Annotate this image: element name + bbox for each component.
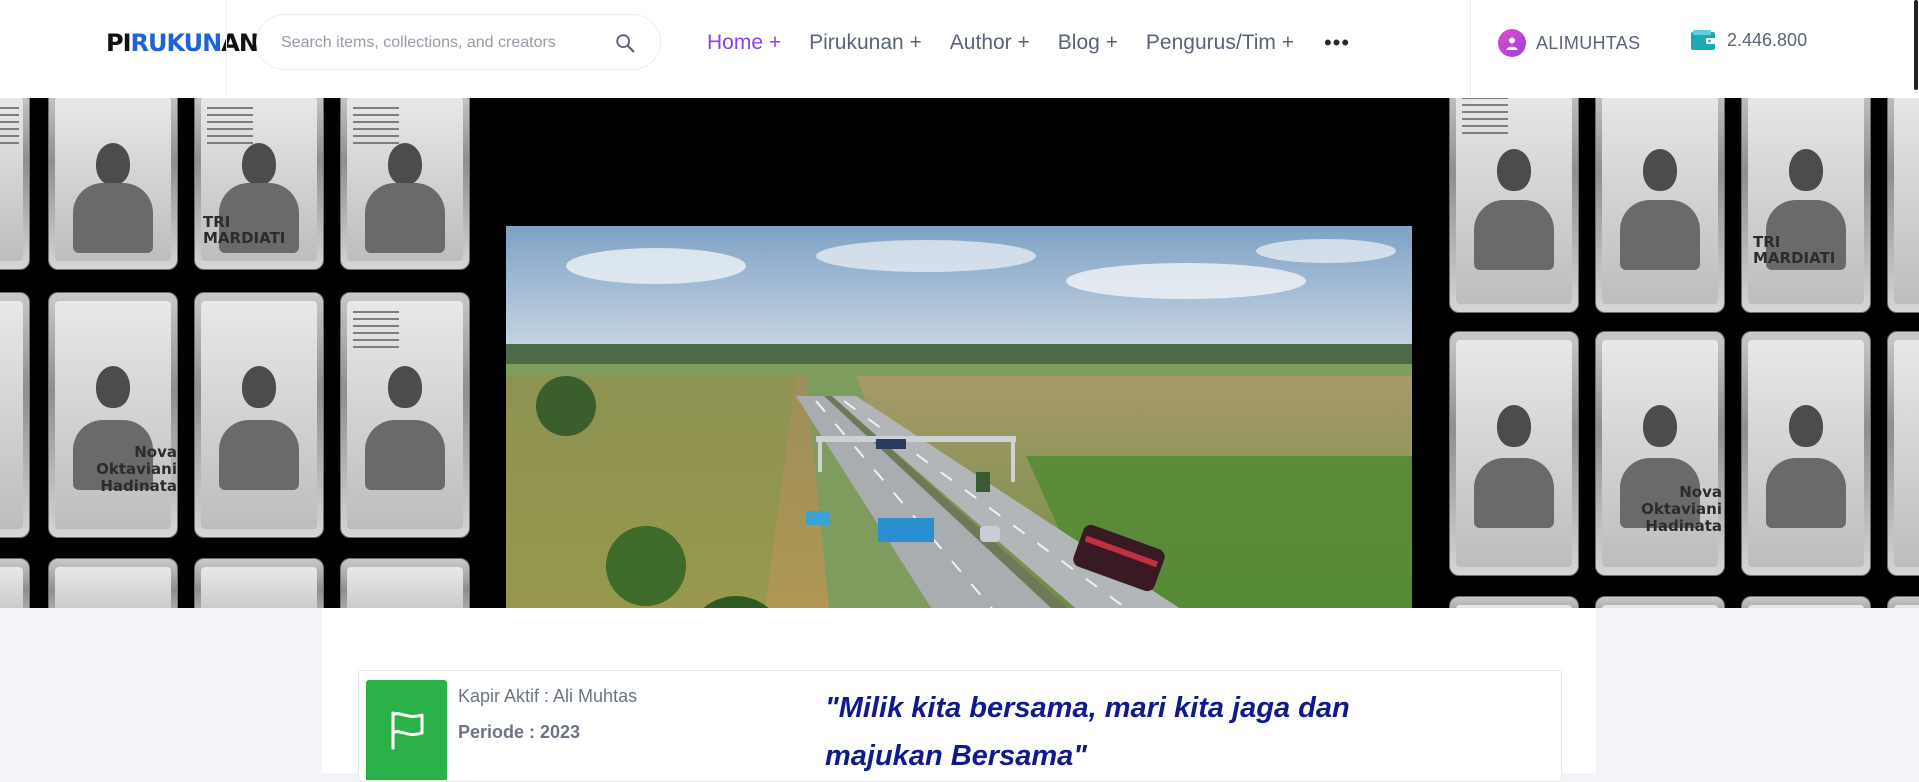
poster-tile [1887, 98, 1919, 313]
poster-name: Nova Oktaviani Hadinata [96, 443, 177, 495]
poster-tile [0, 558, 30, 608]
poster-tile [340, 558, 470, 608]
wallet-balance: 2.446.800 [1727, 29, 1808, 50]
scrollbar-thumb[interactable] [1914, 0, 1918, 90]
poster-tile [1887, 331, 1919, 576]
nav-item-blog[interactable]: Blog + [1058, 31, 1118, 55]
poster-tile [340, 292, 470, 538]
nav-item-pirukunan[interactable]: Pirukunan + [809, 31, 922, 55]
nav-item-author[interactable]: Author + [950, 31, 1030, 55]
more-menu-icon[interactable]: ••• [1324, 30, 1350, 56]
period-label: Periode : 2023 [458, 722, 581, 742]
wallet-icon [1691, 30, 1715, 50]
poster-tile [1595, 98, 1725, 313]
user-profile-button[interactable]: ALIMUHTAS [1498, 29, 1640, 57]
hero-banner: TRI MARDIATI TRI MARDIATI Nova Oktaviani… [0, 98, 1919, 608]
poster-tile [1741, 331, 1871, 576]
poster-tile [1449, 331, 1579, 576]
search-input[interactable] [279, 15, 623, 71]
poster-name: Nova Oktaviani Hadinata [1641, 483, 1722, 535]
poster-tile [48, 98, 178, 270]
poster-name: TRI MARDIATI [1753, 233, 1836, 267]
flag-badge [366, 680, 447, 780]
hero-video[interactable] [506, 226, 1412, 608]
poster-tile [1887, 596, 1919, 608]
site-logo[interactable]: PI RUKUN AN [106, 29, 259, 57]
poster-tile [1741, 596, 1871, 608]
nav-item-home[interactable]: Home + [707, 31, 781, 55]
poster-tile [340, 98, 470, 270]
search-icon[interactable] [614, 32, 636, 54]
user-name: ALIMUHTAS [1536, 32, 1641, 53]
poster-tile [48, 558, 178, 608]
poster-tile [0, 292, 30, 538]
poster-tile [0, 98, 30, 270]
header-divider-right [1470, 0, 1471, 98]
user-avatar-icon [1498, 29, 1526, 57]
poster-name: TRI MARDIATI [203, 213, 286, 247]
active-kapir-label: Kapir Aktif : Ali Muhtas [458, 686, 638, 706]
poster-tile [1449, 596, 1579, 608]
nav-item-pengurus[interactable]: Pengurus/Tim + [1146, 31, 1294, 55]
poster-tile [1741, 98, 1871, 313]
scrollbar[interactable] [1913, 0, 1919, 98]
main-nav: Home + Pirukunan + Author + Blog + Pengu… [707, 26, 1350, 60]
motto-quote: "Milik kita bersama, mari kita jaga dan … [825, 692, 1350, 772]
poster-tile [194, 292, 324, 538]
wallet-balance-button[interactable]: 2.446.800 [1690, 29, 1807, 51]
flag-icon [391, 711, 423, 750]
logo-text-part2: RUKUN [130, 29, 223, 57]
search-box[interactable] [256, 14, 661, 71]
header-divider-left [226, 0, 227, 98]
toll-road-scene-image [506, 226, 1412, 608]
poster-tile [1595, 596, 1725, 608]
poster-tile [1595, 331, 1725, 576]
top-header: PIRUKUNAN Home + Pirukunan + Author + Bl… [0, 0, 1919, 99]
poster-tile [48, 292, 178, 538]
logo-text-part1: PI [106, 29, 132, 57]
poster-tile [194, 558, 324, 608]
poster-tile [1449, 98, 1579, 313]
